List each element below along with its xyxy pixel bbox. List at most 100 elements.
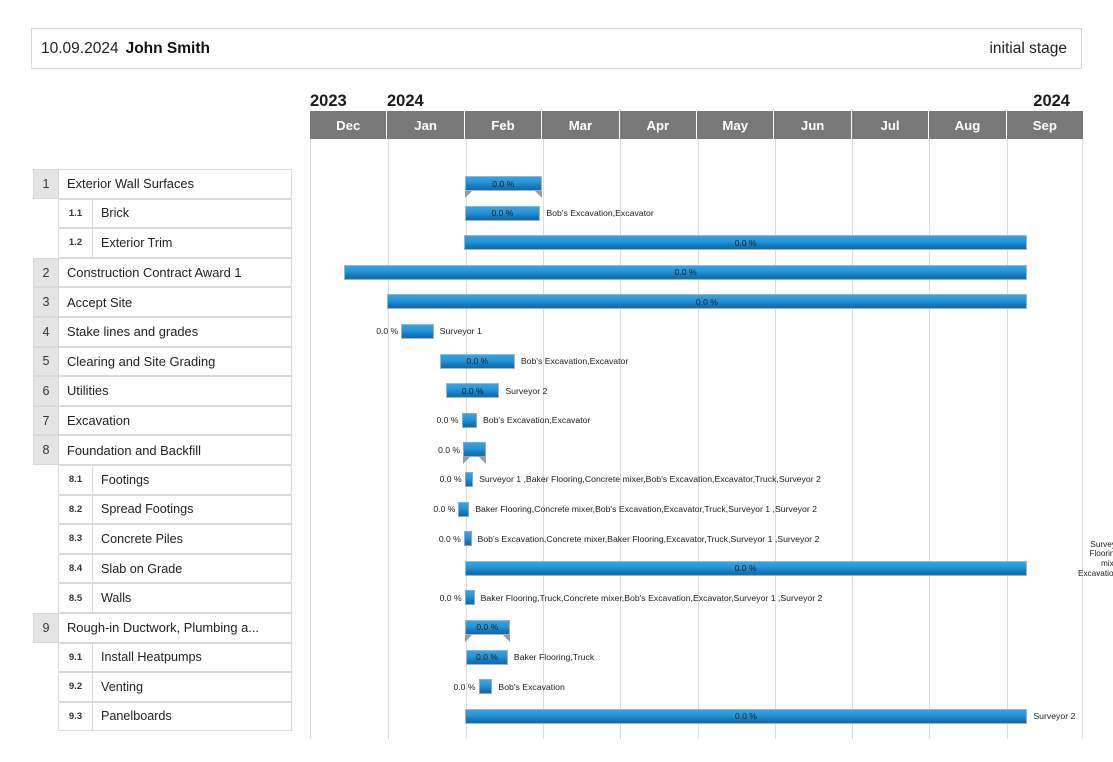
task-row[interactable]: 1.1 Brick: [33, 198, 292, 229]
gantt-task-bar[interactable]: 0.0 %: [344, 264, 1028, 280]
progress-label: 0.0 %: [734, 563, 757, 574]
progress-label: 0.0 %: [476, 652, 498, 662]
task-row[interactable]: 2 Construction Contract Award 1: [33, 257, 292, 288]
progress-label: 0.0 %: [466, 356, 489, 367]
task-subnumber-cell: 9.3: [59, 701, 93, 732]
progress-label: 0.0 %: [492, 178, 515, 189]
task-subnumber-cell: 8.5: [59, 583, 93, 613]
resource-label: Bob's Excavation,Excavator: [520, 356, 629, 367]
gantt-row: 0.0 % Bob's Excavation,Excavator: [310, 406, 1083, 436]
summary-wing-right: [503, 634, 511, 642]
resource-label: Baker Flooring,Truck,Concrete mixer,Bob'…: [480, 592, 823, 603]
gantt-row: 0.0 %: [310, 228, 1083, 258]
summary-wing-left: [464, 634, 472, 642]
gantt-row: 0.0 % Bob's Excavation: [310, 672, 1083, 702]
task-row[interactable]: 7 Excavation: [33, 405, 292, 436]
task-subnumber-cell: 8.2: [59, 494, 93, 525]
task-subnumber-cell: 9.1: [59, 642, 93, 673]
task-row[interactable]: 4 Stake lines and grades: [33, 316, 292, 347]
month-header-jan: Jan: [387, 111, 465, 139]
progress-label: 0.0 %: [433, 504, 456, 515]
gantt-summary-bar[interactable]: 0.0 %: [464, 619, 511, 635]
task-row[interactable]: 8.5 Walls: [33, 583, 292, 613]
gantt-task-bar[interactable]: [401, 323, 434, 339]
gantt-row: 0.0 % Bob's Excavation,Excavator: [310, 199, 1083, 229]
task-name-cell: Exterior Trim: [93, 228, 292, 258]
month-header-apr: Apr: [619, 111, 698, 139]
gantt-task-bar[interactable]: [478, 679, 493, 695]
task-row[interactable]: 9.3 Panelboards: [33, 701, 292, 732]
gantt-task-bar[interactable]: [464, 471, 474, 487]
progress-label: 0.0 %: [491, 208, 514, 219]
resource-label: Surveyor 2: [505, 385, 548, 396]
gantt-row: 0.0 % Baker Flooring,Truck: [310, 643, 1083, 673]
resource-label: Surveyor 1: [439, 326, 482, 337]
gantt-task-bar[interactable]: [461, 412, 477, 428]
task-subnumber-cell: 8.1: [59, 464, 93, 495]
task-number-cell: 4: [33, 316, 59, 347]
gantt-summary-bar[interactable]: 0.0 %: [464, 176, 542, 191]
timeline-header: 2023 2024 2024 Dec Jan Feb Mar Apr May Jun Jul A…: [310, 85, 1084, 139]
progress-label: 0.0 %: [439, 474, 462, 485]
month-header-jul: Jul: [851, 111, 930, 139]
task-row[interactable]: 9.1 Install Heatpumps: [33, 642, 292, 673]
gantt-task-bar[interactable]: 0.0 %: [446, 383, 500, 399]
gantt-task-bar[interactable]: 0.0 %: [439, 353, 515, 369]
task-name-cell: Utilities: [59, 376, 292, 406]
gantt-task-bar[interactable]: 0.0 %: [466, 649, 508, 665]
gantt-task-bar[interactable]: 0.0 %: [464, 560, 1027, 576]
gantt-summary-bar[interactable]: [463, 442, 487, 458]
task-row[interactable]: 5 Clearing and Site Grading: [33, 346, 292, 377]
task-row[interactable]: 9 Rough-in Ductwork, Plumbing a...: [33, 612, 292, 643]
gantt-task-bar[interactable]: 0.0 %: [463, 235, 1028, 251]
month-header-mar: Mar: [542, 111, 620, 139]
gantt-row: 0.0 %: [310, 169, 1083, 199]
year-label-right: 2024: [1033, 92, 1070, 110]
task-row[interactable]: 8.1 Footings: [33, 464, 292, 495]
task-number-cell: 7: [33, 405, 59, 436]
task-name-cell: Venting: [93, 672, 292, 702]
progress-label: 0.0 %: [461, 385, 484, 396]
task-number-cell: [33, 672, 59, 702]
gantt-task-bar[interactable]: [464, 590, 475, 606]
resource-label: Baker Flooring,Truck: [513, 652, 595, 662]
task-row[interactable]: 3 Accept Site: [33, 287, 292, 317]
resource-label: Bob's Excavation: [498, 681, 565, 692]
task-row[interactable]: 8 Foundation and Backfill: [33, 435, 292, 465]
task-row[interactable]: 8.4 Slab on Grade: [33, 553, 292, 584]
task-name-cell: Panelboards: [93, 701, 292, 732]
task-name-cell: Rough-in Ductwork, Plumbing a...: [59, 612, 292, 643]
summary-wing-right: [479, 457, 487, 465]
task-number-cell: 1: [33, 169, 59, 199]
resource-label: Surveyor 1 ,Baker Flooring,Concrete mixe…: [479, 474, 821, 485]
task-number-cell: 9: [33, 612, 59, 643]
task-name-cell: Stake lines and grades: [59, 316, 292, 347]
task-row[interactable]: 6 Utilities: [33, 376, 292, 406]
gantt-row: 0.0 % Surveyor 2: [310, 376, 1083, 406]
task-row[interactable]: 8.2 Spread Footings: [33, 494, 292, 525]
task-name-cell: Walls: [93, 583, 292, 613]
progress-label: 0.0 %: [436, 415, 459, 426]
task-name-cell: Footings: [93, 464, 292, 495]
gantt-task-bar[interactable]: 0.0 %: [464, 708, 1028, 724]
task-row[interactable]: 1.2 Exterior Trim: [33, 228, 292, 258]
task-number-cell: 5: [33, 346, 59, 377]
gantt-task-bar[interactable]: 0.0 %: [386, 294, 1028, 310]
task-row[interactable]: 1 Exterior Wall Surfaces: [33, 169, 292, 199]
gantt-row: 0.0 %: [310, 287, 1083, 317]
gantt-chart-page: 10.09.2024 John Smith initial stage 2023…: [0, 0, 1113, 762]
resource-label: Surveyor 2,Baker Flooring,Concrete mixer…: [1078, 539, 1113, 578]
task-name-cell: Concrete Piles: [93, 524, 292, 554]
task-row[interactable]: 9.2 Venting: [33, 672, 292, 702]
month-header-row: Dec Jan Feb Mar Apr May Jun Jul Aug Sep: [310, 111, 1084, 139]
gantt-row: 0.0 % Surveyor 2,Baker Flooring,Concrete …: [310, 540, 1113, 584]
gantt-task-bar[interactable]: 0.0 %: [464, 205, 541, 221]
gantt-task-bar[interactable]: [458, 501, 470, 517]
task-name-cell: Brick: [93, 198, 292, 229]
month-header-sep: Sep: [1006, 111, 1084, 139]
gantt-row: 0.0 %: [310, 258, 1083, 288]
task-name-cell: Foundation and Backfill: [59, 435, 292, 465]
task-row[interactable]: 8.3 Concrete Piles: [33, 524, 292, 554]
gantt-task-bar[interactable]: [463, 531, 472, 547]
resource-label: Surveyor 2: [1033, 711, 1076, 722]
